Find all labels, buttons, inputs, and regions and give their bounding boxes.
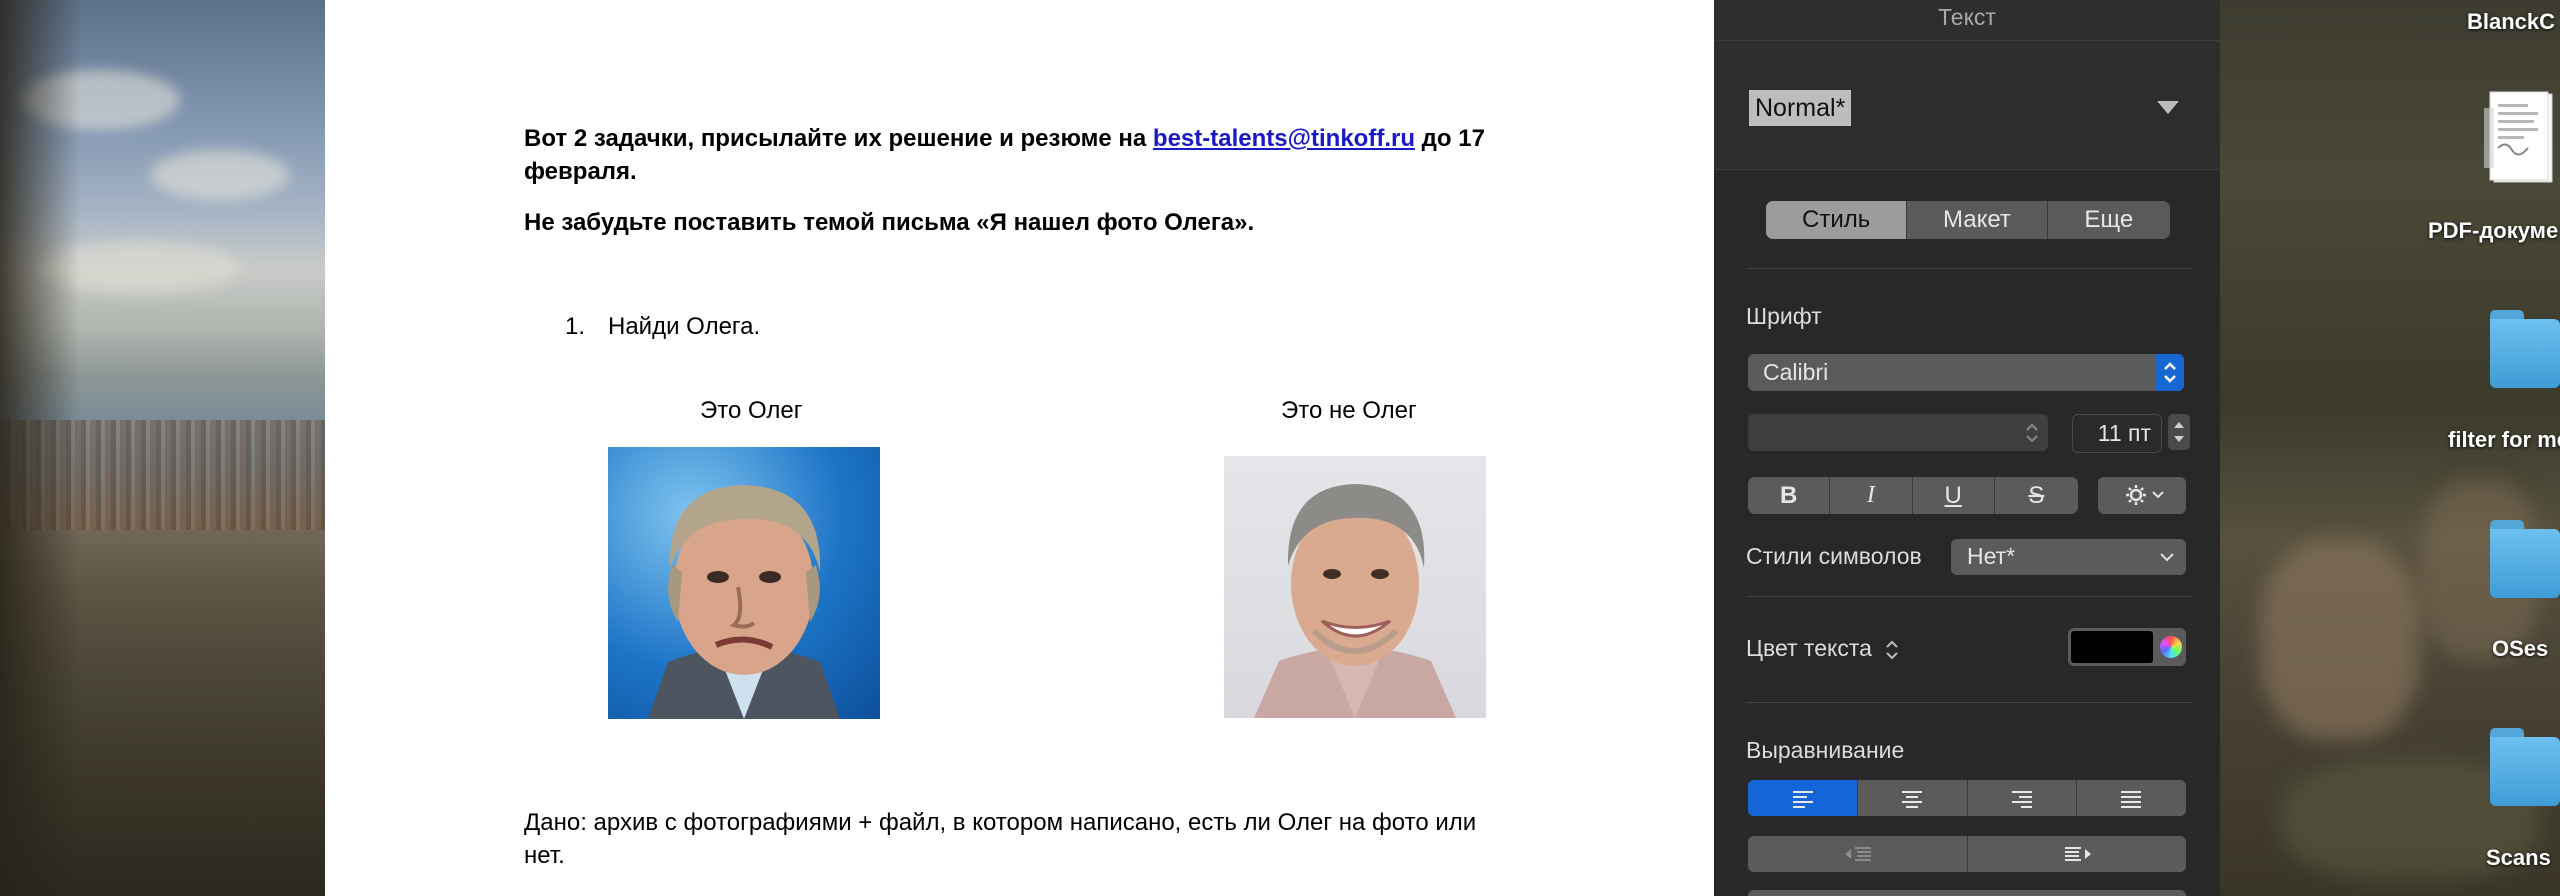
given-paragraph: Дано: архив с фотографиями + файл, в кот…	[524, 806, 1584, 872]
align-right-icon	[2011, 791, 2032, 808]
desktop-label-scans[interactable]: Scans	[2486, 845, 2551, 871]
font-size-value: 11 пт	[2097, 420, 2151, 446]
divider	[1746, 596, 2192, 597]
tab-layout[interactable]: Макет	[1907, 201, 2048, 239]
align-center-button[interactable]	[1858, 780, 1968, 816]
align-center-icon	[1902, 791, 1923, 808]
not-oleg-photo[interactable]	[1224, 456, 1486, 718]
text-color-swatch	[2071, 631, 2153, 663]
character-styles-value: Нет*	[1967, 543, 2016, 569]
chevron-down-icon	[2160, 553, 2174, 562]
tab-style[interactable]: Стиль	[1766, 201, 1908, 239]
tab-more[interactable]: Еще	[2048, 201, 2170, 239]
intro-tail: до 17	[1414, 125, 1485, 152]
inspector-header: Текст	[1714, 0, 2220, 41]
increase-indent-icon	[2064, 847, 2091, 861]
folder-icon[interactable]	[2490, 520, 2560, 598]
decrease-indent-icon	[1845, 847, 1871, 861]
desktop-label-filter-for-me[interactable]: filter for me	[2448, 427, 2560, 453]
strikethrough-button[interactable]: S	[1995, 477, 2078, 514]
desktop-label-blanckc[interactable]: BlanckC	[2467, 9, 2555, 35]
caption-oleg: Это Олег	[700, 397, 803, 424]
text-color-label: Цвет текста	[1746, 635, 1872, 661]
text-color-stepper-icon[interactable]	[1884, 636, 1900, 664]
underline-button[interactable]: U	[1913, 477, 1995, 514]
desktop-label-oses[interactable]: OSes	[2492, 636, 2548, 662]
document-page[interactable]: Вот 2 задачки, присылайте их решение и р…	[325, 0, 1714, 896]
intro-tail-2: февраля.	[524, 158, 637, 185]
font-family-chevron-icon[interactable]	[2156, 354, 2184, 391]
email-link[interactable]: best-talents@tinkoff.ru	[1153, 125, 1415, 152]
bold-button[interactable]: B	[1748, 477, 1831, 514]
indent-group	[1748, 836, 2186, 872]
align-right-button[interactable]	[1968, 780, 2077, 816]
given-line-2: нет.	[524, 842, 565, 869]
next-control-edge	[1748, 890, 2186, 896]
paragraph-style-name[interactable]: Normal*	[1749, 90, 1852, 126]
divider	[1746, 702, 2192, 703]
character-styles-label: Стили символов	[1746, 543, 1922, 569]
justify-icon	[2121, 791, 2142, 808]
caption-not-oleg: Это не Олег	[1281, 397, 1417, 424]
folder-icon[interactable]	[2490, 728, 2560, 806]
oleg-portrait-image	[648, 485, 840, 719]
text-format-group: B I U S	[1748, 477, 2078, 514]
justify-button[interactable]	[2077, 780, 2186, 816]
pdf-document-icon[interactable]	[2484, 88, 2558, 188]
inspector-tabs: Стиль Макет Еще	[1766, 201, 2170, 239]
text-options-button[interactable]	[2098, 477, 2186, 514]
not-oleg-portrait-image	[1254, 484, 1456, 718]
font-family-select[interactable]: Calibri	[1748, 354, 2184, 391]
inspector-title: Текст	[1938, 4, 1996, 30]
reminder-paragraph: Не забудьте поставить темой письма «Я на…	[524, 209, 1255, 236]
font-size-field[interactable]: 11 пт	[2072, 414, 2162, 453]
alignment-group	[1748, 780, 2186, 816]
desktop-label-pdf[interactable]: PDF-докуме	[2428, 218, 2558, 244]
typeface-select[interactable]	[1748, 414, 2048, 451]
italic-button[interactable]: I	[1830, 477, 1913, 514]
paragraph-style-disclosure-icon[interactable]	[2157, 101, 2179, 114]
increase-indent-button[interactable]	[1968, 836, 2187, 872]
typeface-chevron-icon	[2026, 423, 2038, 443]
divider	[1746, 268, 2192, 269]
oleg-photo[interactable]	[608, 447, 880, 719]
decrease-indent-button[interactable]	[1748, 836, 1968, 872]
color-wheel-icon[interactable]	[2160, 636, 2182, 658]
text-color-well[interactable]	[2068, 628, 2186, 666]
character-styles-select[interactable]: Нет*	[1951, 539, 2186, 575]
intro-text: Вот 2 задачки, присылайте их решение и р…	[524, 125, 1153, 152]
font-section-label: Шрифт	[1746, 303, 1822, 329]
folder-icon[interactable]	[2490, 310, 2560, 388]
paragraph-style-section[interactable]: Normal*	[1714, 41, 2220, 170]
font-family-value: Calibri	[1763, 359, 1829, 385]
given-line-1: Дано: архив с фотографиями + файл, в кот…	[524, 809, 1477, 836]
desktop-wallpaper-left	[0, 0, 325, 896]
gear-icon	[2126, 485, 2164, 505]
alignment-section-label: Выравнивание	[1746, 737, 1905, 763]
align-left-button[interactable]	[1748, 780, 1859, 816]
intro-paragraph: Вот 2 задачки, присылайте их решение и р…	[524, 122, 1584, 188]
align-left-icon	[1792, 791, 1813, 808]
format-inspector: Текст Normal* Стиль Макет Еще Шрифт Cali…	[1714, 0, 2220, 896]
list-item: Найди Олега.	[608, 313, 761, 340]
font-size-stepper[interactable]	[2168, 414, 2190, 450]
